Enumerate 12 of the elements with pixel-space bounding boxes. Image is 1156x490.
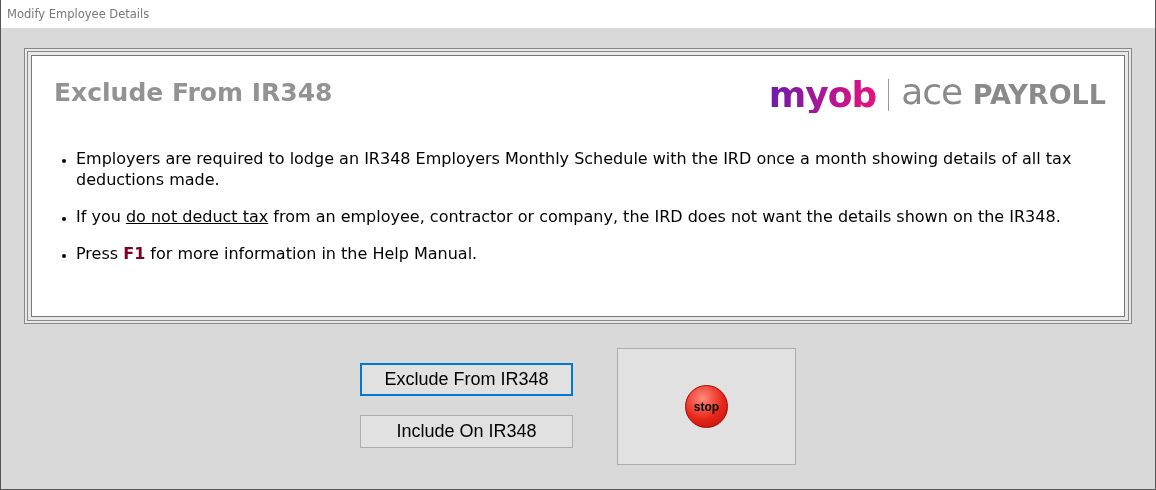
stop-button[interactable]: stop (685, 385, 728, 428)
bullet-icon (62, 216, 66, 221)
bullet-text: Employers are required to lodge an IR348 Employers Monthly Schedule with the IRD once a month showing details of all tax deductions made. (76, 147, 1073, 190)
bullet-text: Press F1 for more information in the Help Manual. (76, 242, 478, 264)
bullet-icon (62, 158, 66, 163)
panel-heading: Exclude From IR348 (54, 77, 333, 109)
logo-product: ace PAYROLL (901, 74, 1106, 114)
bullet-text: If you do not deduct tax from an employee, contractor or company, the IRD does not want the details shown on the IR348. (76, 205, 1061, 227)
action-button[interactable]: Exclude From IR348 (360, 363, 573, 396)
window-title: Modify Employee Details (7, 7, 150, 21)
bullet-icon (62, 253, 66, 258)
action-button[interactable]: Include On IR348 (360, 415, 573, 448)
